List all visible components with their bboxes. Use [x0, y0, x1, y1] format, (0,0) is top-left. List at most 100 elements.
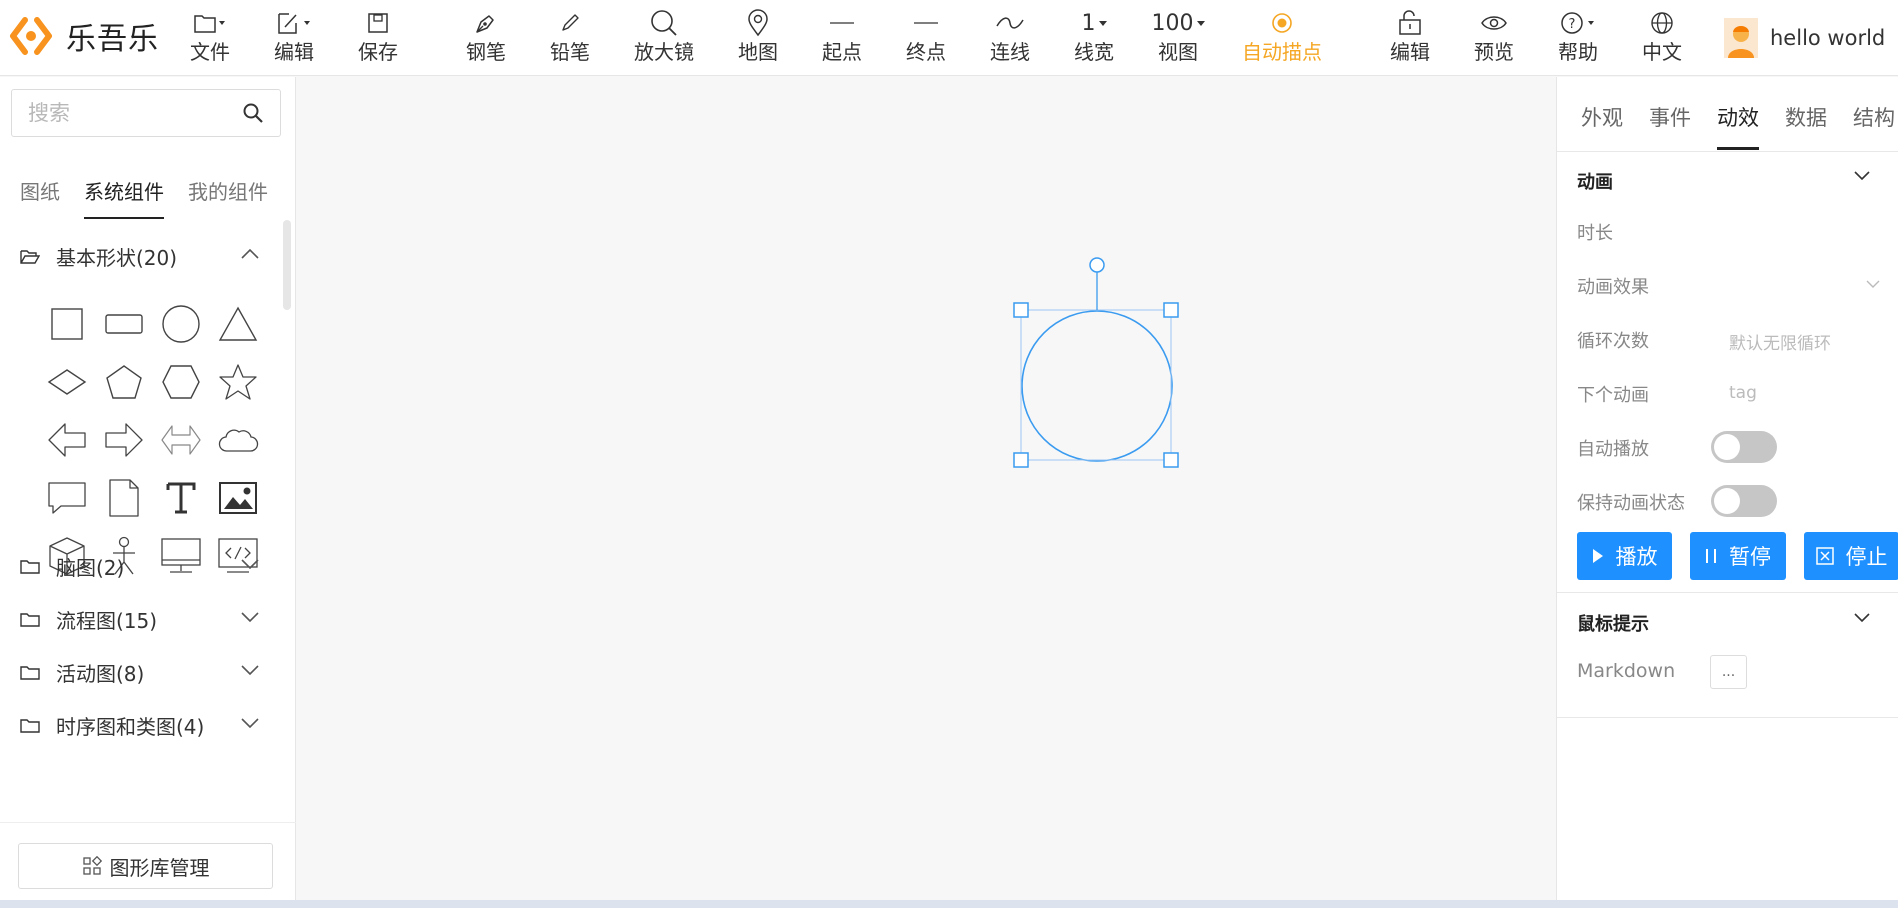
tab-system-components[interactable]: 系统组件: [84, 175, 164, 219]
stop-button[interactable]: 停止: [1804, 532, 1898, 580]
map-pin-icon: [748, 9, 768, 37]
scrollbar[interactable]: [283, 220, 291, 310]
image-shape[interactable]: [209, 469, 266, 527]
tab-animation[interactable]: 动效: [1717, 99, 1759, 150]
help-icon: ?: [1561, 12, 1594, 34]
file-menu[interactable]: 文件: [172, 6, 248, 70]
resize-handle-bottom-right[interactable]: [1163, 452, 1179, 468]
connect-tool[interactable]: 连线: [972, 6, 1048, 70]
loop-input[interactable]: 默认无限循环: [1729, 329, 1831, 354]
stop-icon: [1815, 547, 1834, 565]
help-menu[interactable]: ? 帮助: [1540, 6, 1616, 70]
resize-handle-bottom-left[interactable]: [1013, 452, 1029, 468]
right-arrow-shape[interactable]: [95, 411, 152, 469]
pencil-tool[interactable]: 铅笔: [532, 6, 608, 70]
top-toolbar: 乐吾乐 文件 编辑 保存 钢笔 铅笔 放大镜 地图 起点 终点 连线 1 线宽 …: [0, 0, 1898, 76]
square-shape[interactable]: [38, 295, 95, 353]
pause-label: 暂停: [1729, 545, 1771, 569]
chevron-down-icon: [1098, 20, 1107, 26]
group-basic-shapes[interactable]: 基本形状(20): [20, 242, 260, 271]
save-button[interactable]: 保存: [340, 6, 416, 70]
star-shape[interactable]: [209, 353, 266, 411]
rectangle-icon: [104, 314, 143, 334]
user-menu[interactable]: hello world: [1724, 18, 1885, 58]
resize-handle-top-right[interactable]: [1163, 302, 1179, 318]
folder-icon: [20, 559, 40, 574]
group-mind-map[interactable]: 脑图(2): [20, 552, 260, 581]
map-tool[interactable]: 地图: [720, 6, 796, 70]
keep-state-toggle[interactable]: [1711, 485, 1777, 517]
line-width-label: 线宽: [1074, 40, 1114, 64]
app-logo[interactable]: 乐吾乐: [8, 14, 159, 58]
start-point-tool[interactable]: 起点: [804, 6, 880, 70]
folder-icon: [20, 665, 40, 680]
tab-structure[interactable]: 结构: [1853, 99, 1895, 150]
line-width-dropdown[interactable]: 1 线宽: [1056, 6, 1132, 70]
search-box: [11, 89, 281, 137]
properties-panel: 外观 事件 动效 数据 结构 动画 时长 动画效果 循环次数 默认无限循环 下个…: [1556, 77, 1898, 900]
edit-menu[interactable]: 编辑: [256, 6, 332, 70]
magnifier-tool[interactable]: 放大镜: [626, 6, 702, 70]
search-icon[interactable]: [242, 102, 264, 128]
language-label: 中文: [1642, 40, 1682, 64]
chevron-down-icon: [1854, 171, 1870, 181]
text-icon: [166, 482, 195, 514]
library-manage-label: 图形库管理: [109, 855, 210, 880]
group-sequence-class[interactable]: 时序图和类图(4): [20, 711, 260, 740]
triangle-shape[interactable]: [209, 295, 266, 353]
message-shape[interactable]: [38, 469, 95, 527]
tooltip-section-header[interactable]: 鼠标提示: [1577, 610, 1887, 636]
autoplay-toggle[interactable]: [1711, 431, 1777, 463]
circle-icon: [161, 305, 200, 343]
drawing-canvas[interactable]: [297, 77, 1555, 900]
cloud-shape[interactable]: [209, 411, 266, 469]
toggle-knob: [1714, 434, 1740, 460]
left-arrow-shape[interactable]: [38, 411, 95, 469]
save-icon: [368, 13, 388, 33]
group-activity-diagram[interactable]: 活动图(8): [20, 658, 260, 687]
group-flowchart[interactable]: 流程图(15): [20, 605, 260, 634]
pause-button[interactable]: 暂停: [1690, 532, 1786, 580]
play-button[interactable]: 播放: [1577, 532, 1672, 580]
search-input[interactable]: [28, 101, 228, 125]
auto-anchor-tool[interactable]: 自动描点: [1232, 6, 1332, 70]
circle-node[interactable]: [1021, 310, 1173, 462]
eye-icon: [1481, 16, 1507, 30]
markdown-edit-button[interactable]: ...: [1710, 655, 1747, 689]
diamond-shape[interactable]: [38, 353, 95, 411]
selected-circle-node[interactable]: [297, 77, 1555, 900]
tab-my-components[interactable]: 我的组件: [188, 175, 268, 219]
pentagon-shape[interactable]: [95, 353, 152, 411]
text-shape[interactable]: [152, 469, 209, 527]
divider: [1557, 717, 1898, 718]
rectangle-shape[interactable]: [95, 295, 152, 353]
view-dropdown[interactable]: 100 视图: [1140, 6, 1216, 70]
file-shape[interactable]: [95, 469, 152, 527]
magnifier-label: 放大镜: [634, 40, 694, 64]
rotate-handle[interactable]: [1089, 257, 1105, 273]
lock-edit-button[interactable]: 编辑: [1372, 6, 1448, 70]
map-label: 地图: [738, 40, 778, 64]
resize-handle-top-left[interactable]: [1013, 302, 1029, 318]
library-manage-button[interactable]: 图形库管理: [18, 843, 273, 889]
next-animation-input[interactable]: tag: [1729, 383, 1757, 403]
two-way-arrow-shape[interactable]: [152, 411, 209, 469]
preview-button[interactable]: 预览: [1456, 6, 1532, 70]
user-name: hello world: [1770, 26, 1886, 50]
group-name: 活动图(8): [56, 662, 145, 686]
circle-shape[interactable]: [152, 295, 209, 353]
tab-drawings[interactable]: 图纸: [20, 175, 60, 219]
end-point-tool[interactable]: 终点: [888, 6, 964, 70]
pen-label: 钢笔: [466, 40, 506, 64]
view-value: 100: [1151, 10, 1194, 36]
tab-events[interactable]: 事件: [1649, 99, 1691, 150]
tab-data[interactable]: 数据: [1785, 99, 1827, 150]
tab-appearance[interactable]: 外观: [1581, 99, 1623, 150]
hexagon-shape[interactable]: [152, 353, 209, 411]
animation-section-header[interactable]: 动画: [1577, 168, 1887, 194]
pen-tool[interactable]: 钢笔: [448, 6, 524, 70]
left-arrow-icon: [47, 423, 86, 457]
app-name: 乐吾乐: [66, 22, 159, 57]
language-menu[interactable]: 中文: [1624, 6, 1700, 70]
effect-select-chevron-icon[interactable]: [1865, 279, 1881, 289]
